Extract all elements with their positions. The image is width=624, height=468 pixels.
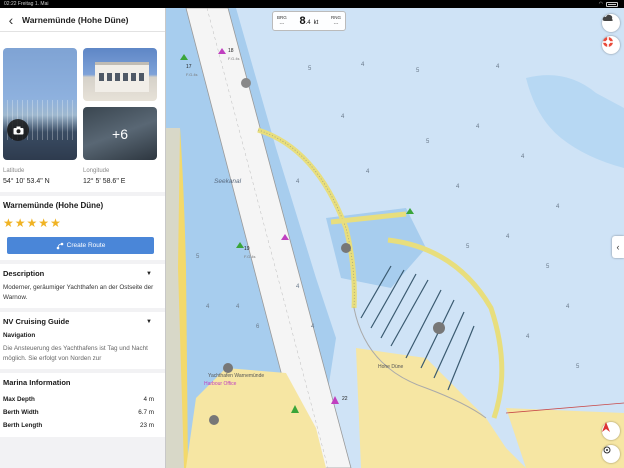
create-route-button[interactable]: Create Route — [7, 237, 154, 254]
marina-info-title: Marina Information — [3, 378, 71, 387]
longitude: Longitude 12° 5' 58.6" E — [83, 168, 126, 185]
photo-building[interactable] — [83, 48, 157, 101]
svg-text:4: 4 — [476, 124, 480, 130]
lifebuoy-icon — [603, 37, 613, 47]
info-row-max-depth: Max Depth 4 m — [3, 396, 154, 403]
place-label: Hohe Düne — [378, 364, 404, 370]
cloud-icon — [602, 14, 613, 21]
svg-text:4: 4 — [521, 154, 525, 160]
channel-label: Seekanal — [214, 178, 242, 185]
light-code: F.G.4s — [244, 254, 256, 259]
anchor-poi-icon — [341, 243, 351, 253]
status-bar: 02:22 Freitag 1. Mai ◠ — [0, 0, 624, 8]
cruising-guide-header[interactable]: NV Cruising Guide ▼ — [3, 317, 162, 326]
photo-more-count: +6 — [112, 125, 128, 142]
cruising-guide-section: NV Cruising Guide ▼ Navigation Die Anste… — [0, 312, 165, 369]
locate-button[interactable] — [602, 445, 620, 463]
light-code: F.G.4s — [186, 72, 198, 77]
marina-poi-icon — [433, 322, 445, 334]
collapse-tab[interactable]: ‹ — [612, 236, 624, 258]
info-row-berth-length: Berth Length 23 m — [3, 422, 154, 429]
chevron-left-icon: ‹ — [616, 242, 620, 252]
svg-text:4: 4 — [456, 184, 460, 190]
svg-text:4: 4 — [506, 234, 510, 240]
photo-more[interactable]: +6 — [83, 107, 157, 160]
svg-text:5: 5 — [426, 139, 430, 145]
bearing-readout: BRG --- — [277, 15, 287, 26]
light-label: 17 — [186, 64, 192, 70]
svg-text:5: 5 — [576, 364, 580, 370]
star-icon: ★ — [14, 216, 26, 230]
description-header[interactable]: Description ▼ — [3, 269, 162, 278]
camera-button[interactable] — [7, 119, 29, 141]
crosshair-icon — [603, 446, 611, 454]
poi-name: Warnemünde (Hohe Düne) — [3, 201, 104, 210]
photo-gallery: +6 Latitude 54° 10' 53.4" N Longitude 12… — [0, 32, 165, 192]
svg-text:5: 5 — [416, 68, 420, 74]
marina-info-section: Marina Information Max Depth 4 m Berth Wi… — [0, 373, 165, 437]
svg-text:4: 4 — [366, 169, 370, 175]
compass-arrow-icon — [602, 422, 610, 432]
poi-namecard: Warnemünde (Hohe Düne) ★ ★ ★ ★ ★ Create … — [0, 196, 165, 260]
marina-poi-icon — [223, 363, 233, 373]
north-up-button[interactable] — [602, 422, 620, 440]
light-label: 19 — [244, 246, 250, 252]
collapse-triangle-icon: ▼ — [146, 270, 152, 277]
chart-canvas: 5454 4544 4444 5445 4464 5454 — [166, 8, 624, 468]
marina-poi-icon — [209, 415, 219, 425]
collapse-triangle-icon: ▼ — [146, 318, 152, 325]
svg-text:4: 4 — [341, 114, 345, 120]
guide-subtitle: Navigation — [3, 332, 36, 339]
speed-readout: 8.4 kt — [299, 15, 319, 27]
navigation-hud[interactable]: BRG --- 8.4 kt RNG --- — [272, 11, 346, 31]
svg-text:4: 4 — [566, 304, 570, 310]
shallow-water-east — [526, 75, 624, 168]
poi-detail-panel: ‹ Warnemünde (Hohe Düne) +6 Latitude 54°… — [0, 8, 166, 468]
description-section: Description ▼ Moderner, geräumiger Yacht… — [0, 264, 165, 308]
range-readout: RNG --- — [330, 15, 341, 26]
latitude: Latitude 54° 10' 53.4" N — [3, 168, 50, 185]
status-time: 02:22 Freitag 1. Mai — [4, 1, 49, 7]
svg-text:4: 4 — [296, 179, 300, 185]
place-label: Harbour Office — [204, 381, 237, 387]
panel-title: Warnemünde (Hohe Düne) — [22, 14, 129, 25]
svg-text:5: 5 — [308, 66, 312, 72]
star-icon: ★ — [3, 216, 14, 230]
rating-stars[interactable]: ★ ★ ★ ★ ★ — [3, 217, 162, 229]
route-icon — [56, 242, 63, 249]
wifi-icon: ◠ — [598, 1, 603, 7]
camera-poi-icon — [241, 78, 251, 88]
light-label: 18 — [228, 48, 234, 54]
svg-text:5: 5 — [546, 264, 550, 270]
weather-button[interactable] — [602, 14, 620, 32]
star-icon: ★ — [38, 216, 50, 230]
place-label: Yachthafen Warnemünde — [208, 373, 265, 379]
nautical-chart[interactable]: 5454 4544 4444 5445 4464 5454 Seekanal 1… — [166, 8, 624, 468]
svg-text:4: 4 — [361, 62, 365, 68]
panel-header: ‹ Warnemünde (Hohe Düne) — [0, 8, 165, 32]
star-icon: ★ — [26, 216, 38, 230]
camera-icon — [13, 126, 23, 134]
photo-main[interactable] — [3, 48, 77, 160]
light-code: F.G.4s — [228, 56, 240, 61]
description-text: Moderner, geräumiger Yachthafen an der O… — [3, 284, 154, 301]
sos-button[interactable] — [602, 36, 620, 54]
back-button[interactable]: ‹ — [0, 12, 22, 28]
star-icon: ★ — [50, 216, 61, 230]
battery-icon — [606, 1, 618, 7]
svg-text:5: 5 — [466, 244, 470, 250]
info-row-berth-width: Berth Width 6.7 m — [3, 409, 154, 416]
svg-text:4: 4 — [556, 204, 560, 210]
svg-text:4: 4 — [496, 64, 500, 70]
svg-text:4: 4 — [526, 334, 530, 340]
light-label: 22 — [342, 396, 348, 402]
guide-text: Die Ansteuerung des Yachthafens ist Tag … — [3, 345, 148, 362]
